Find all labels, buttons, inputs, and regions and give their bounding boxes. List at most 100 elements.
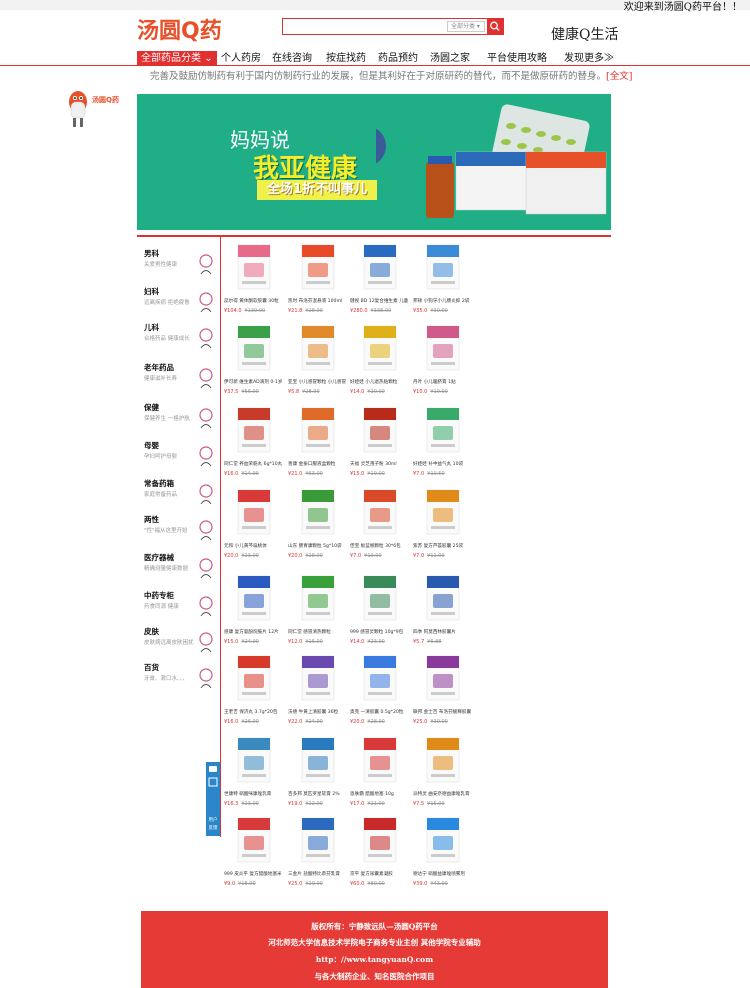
product-name[interactable]: 999 感冒灵颗粒 10g*9包	[350, 629, 412, 635]
product-image[interactable]	[354, 486, 406, 538]
product-name[interactable]: 伊可新 维生素AD滴剂 0-1岁	[224, 379, 286, 385]
product-card[interactable]: 百多邦 莫匹罗星软膏 2% ¥19.0 ¥22.00	[288, 734, 348, 814]
product-image[interactable]	[292, 814, 344, 866]
product-name[interactable]: 沃德 牛黄上清胶囊 36粒	[288, 709, 350, 715]
product-name[interactable]: 丹叶 小儿暖脐膏 1贴	[413, 379, 475, 385]
product-card[interactable]: 同仁堂 感冒清热颗粒 ¥12.0 ¥15.00	[288, 572, 348, 652]
product-image[interactable]	[354, 734, 406, 786]
all-categories-button[interactable]: 全部药品分类 ⌄	[137, 51, 217, 66]
product-image[interactable]	[354, 241, 406, 293]
product-card[interactable]: 沃德 牛黄上清胶囊 36粒 ¥22.0 ¥24.00	[288, 652, 348, 732]
product-name[interactable]: 山东 肠胃康颗粒 5g*10袋	[288, 543, 350, 549]
product-card[interactable]: 山东 肠胃康颗粒 5g*10袋 ¥20.0 ¥28.00	[288, 486, 348, 566]
product-name[interactable]: 凯时 布洛芬混悬液 100ml	[288, 298, 350, 304]
product-card[interactable]: 元和 小儿黄芩扁桃体 ¥20.0 ¥23.00	[224, 486, 284, 566]
nav-item-more[interactable]: 发现更多≫	[564, 51, 614, 66]
product-image[interactable]	[228, 572, 280, 624]
category-item[interactable]: 医疗器械 精确测量健康数据	[140, 550, 218, 586]
product-card[interactable]: 蕊尔得 黄体酮软胶囊 30粒 ¥104.0 ¥139.00	[224, 241, 284, 321]
product-image[interactable]	[417, 486, 469, 538]
product-image[interactable]	[228, 652, 280, 704]
product-image[interactable]	[417, 241, 469, 293]
product-name[interactable]: 王老吉 保济丸 3.7g*20包	[224, 709, 286, 715]
product-image[interactable]	[354, 572, 406, 624]
product-image[interactable]	[292, 404, 344, 456]
category-item[interactable]: 中药专柜 药食同源 健康	[140, 588, 218, 624]
product-image[interactable]	[228, 814, 280, 866]
nav-item-pharmacy[interactable]: 个人药房	[221, 51, 261, 66]
product-name[interactable]: 蕊尔得 黄体酮软胶囊 30粒	[224, 298, 286, 304]
nav-item-consult[interactable]: 在线咨询	[272, 51, 312, 66]
search-input[interactable]	[283, 19, 443, 34]
product-name[interactable]: 邦顿 小狗牙小儿肠炎抑 2袋	[413, 298, 475, 304]
product-name[interactable]: 德达宁 硝酸益康唑喷雾剂	[413, 871, 475, 877]
product-image[interactable]	[417, 322, 469, 374]
product-card[interactable]: 善康 金振口服液盒颗粒 ¥21.0 ¥63.00	[288, 404, 348, 484]
product-card[interactable]: 凯时 布洛芬混悬液 100ml ¥21.8 ¥28.00	[288, 241, 348, 321]
product-card[interactable]: 王老吉 保济丸 3.7g*20包 ¥16.0 ¥26.00	[224, 652, 284, 732]
product-card[interactable]: 天福 灵芝孢子粉 30ml ¥15.0 ¥19.00	[350, 404, 410, 484]
product-name[interactable]: 同仁堂 养血荣筋丸 6g*10丸	[224, 461, 286, 467]
product-card[interactable]: 德达宁 硝酸益康唑喷雾剂 ¥39.0 ¥43.00	[413, 814, 473, 894]
product-name[interactable]: 京平 复方尿囊素凝胶	[350, 871, 412, 877]
category-item[interactable]: 百货 牙膏、漱口水、、、	[140, 660, 218, 696]
product-image[interactable]	[228, 241, 280, 293]
search-button[interactable]	[487, 19, 503, 34]
category-item[interactable]: 皮肤 皮肤病远离皮肤困扰	[140, 624, 218, 660]
product-name[interactable]: 999 皮炎平 复方醋酸地塞米	[224, 871, 286, 877]
product-name[interactable]: 世康特 硝酸咪康唑乳膏	[224, 791, 286, 797]
product-card[interactable]: 伊可新 维生素AD滴剂 0-1岁 ¥37.5 ¥56.00	[224, 322, 284, 402]
product-image[interactable]	[354, 814, 406, 866]
product-card[interactable]: 四季 阿莫西林胶囊片 ¥5.7 ¥6.88	[413, 572, 473, 652]
product-name[interactable]: 亚宝 小儿感冒颗粒 小儿感冒	[288, 379, 350, 385]
nav-item-home[interactable]: 汤圆之家	[430, 51, 470, 66]
category-item[interactable]: 常备药箱 家庭常备药品	[140, 476, 218, 512]
product-card[interactable]: 亚宝 小儿感冒颗粒 小儿感冒 ¥5.8 ¥28.00	[288, 322, 348, 402]
product-card[interactable]: 世康特 硝酸咪康唑乳膏 ¥16.3 ¥23.00	[224, 734, 284, 814]
product-card[interactable]: 丹叶 小儿暖脐膏 1贴 ¥10.0 ¥19.00	[413, 322, 473, 402]
product-card[interactable]: 联邦 金士百 布洛芬缓释胶囊 ¥25.0 ¥39.00	[413, 652, 473, 732]
product-name[interactable]: 联邦 金士百 布洛芬缓释胶囊	[413, 709, 475, 715]
promo-banner[interactable]: 妈妈说 我亚健康 全场1折不叫事儿	[137, 94, 611, 230]
product-image[interactable]	[354, 652, 406, 704]
product-card[interactable]: 京平 复方尿囊素凝胶 ¥60.0 ¥80.00	[350, 814, 410, 894]
category-item[interactable]: 儿科 合格药品 健康成长	[140, 320, 218, 356]
product-image[interactable]	[228, 322, 280, 374]
product-name[interactable]: 恩肤霜 醋酸地塞 10g	[350, 791, 412, 797]
product-image[interactable]	[228, 486, 280, 538]
category-item[interactable]: 保健 保健养生 一格护航	[140, 400, 218, 436]
product-image[interactable]	[417, 814, 469, 866]
site-logo[interactable]: 汤圆Q药	[137, 15, 222, 45]
category-item[interactable]: 两性 "性"福从这里开始	[140, 512, 218, 548]
nav-item-symptom[interactable]: 按症找药	[326, 51, 366, 66]
product-card[interactable]: 派特灵 曲安奈德益康唑乳膏 ¥7.5 ¥15.00	[413, 734, 473, 814]
product-image[interactable]	[292, 486, 344, 538]
product-card[interactable]: 999 感冒灵颗粒 10g*9包 ¥14.0 ¥23.00	[350, 572, 410, 652]
product-name[interactable]: 奥克 一清胶囊 0.5g*20粒	[350, 709, 412, 715]
footer-url[interactable]: http：//www.tangyuanQ.com	[141, 954, 608, 965]
category-item[interactable]: 老年药品 健康滋补长寿	[140, 360, 218, 396]
product-name[interactable]: 三金片 盐酸特比萘芬乳膏	[288, 871, 350, 877]
product-name[interactable]: 好娃娃 补中益气丸 10袋	[413, 461, 475, 467]
product-card[interactable]: 同仁堂 养血荣筋丸 6g*10丸 ¥16.0 ¥14.99	[224, 404, 284, 484]
product-card[interactable]: 感康 复方氨酚烷胺片 12片 ¥15.0 ¥24.00	[224, 572, 284, 652]
product-name[interactable]: 佳宝 板蓝根颗粒 30*6包	[350, 543, 412, 549]
product-card[interactable]: 奥克 一清胶囊 0.5g*20粒 ¥20.0 ¥28.00	[350, 652, 410, 732]
product-name[interactable]: 善康 金振口服液盒颗粒	[288, 461, 350, 467]
product-name[interactable]: 百多邦 莫匹罗星软膏 2%	[288, 791, 350, 797]
product-image[interactable]	[354, 322, 406, 374]
product-image[interactable]	[292, 652, 344, 704]
product-card[interactable]: 健视 BD 12复合维生素 儿童 ¥280.0 ¥338.00	[350, 241, 410, 321]
product-card[interactable]: 三金片 盐酸特比萘芬乳膏 ¥25.0 ¥29.00	[288, 814, 348, 894]
product-card[interactable]: 邦顿 小狗牙小儿肠炎抑 2袋 ¥35.0 ¥39.00	[413, 241, 473, 321]
category-item[interactable]: 男科 关爱男性健康	[140, 246, 218, 282]
product-name[interactable]: 派特灵 曲安奈德益康唑乳膏	[413, 791, 475, 797]
product-image[interactable]	[228, 404, 280, 456]
product-image[interactable]	[417, 652, 469, 704]
product-image[interactable]	[292, 241, 344, 293]
category-item[interactable]: 母婴 孕妇呵护母婴	[140, 438, 218, 474]
product-name[interactable]: 元和 小儿黄芩扁桃体	[224, 543, 286, 549]
product-image[interactable]	[292, 734, 344, 786]
product-name[interactable]: 四季 阿莫西林胶囊片	[413, 629, 475, 635]
product-card[interactable]: 999 皮炎平 复方醋酸地塞米 ¥9.0 ¥18.00	[224, 814, 284, 894]
